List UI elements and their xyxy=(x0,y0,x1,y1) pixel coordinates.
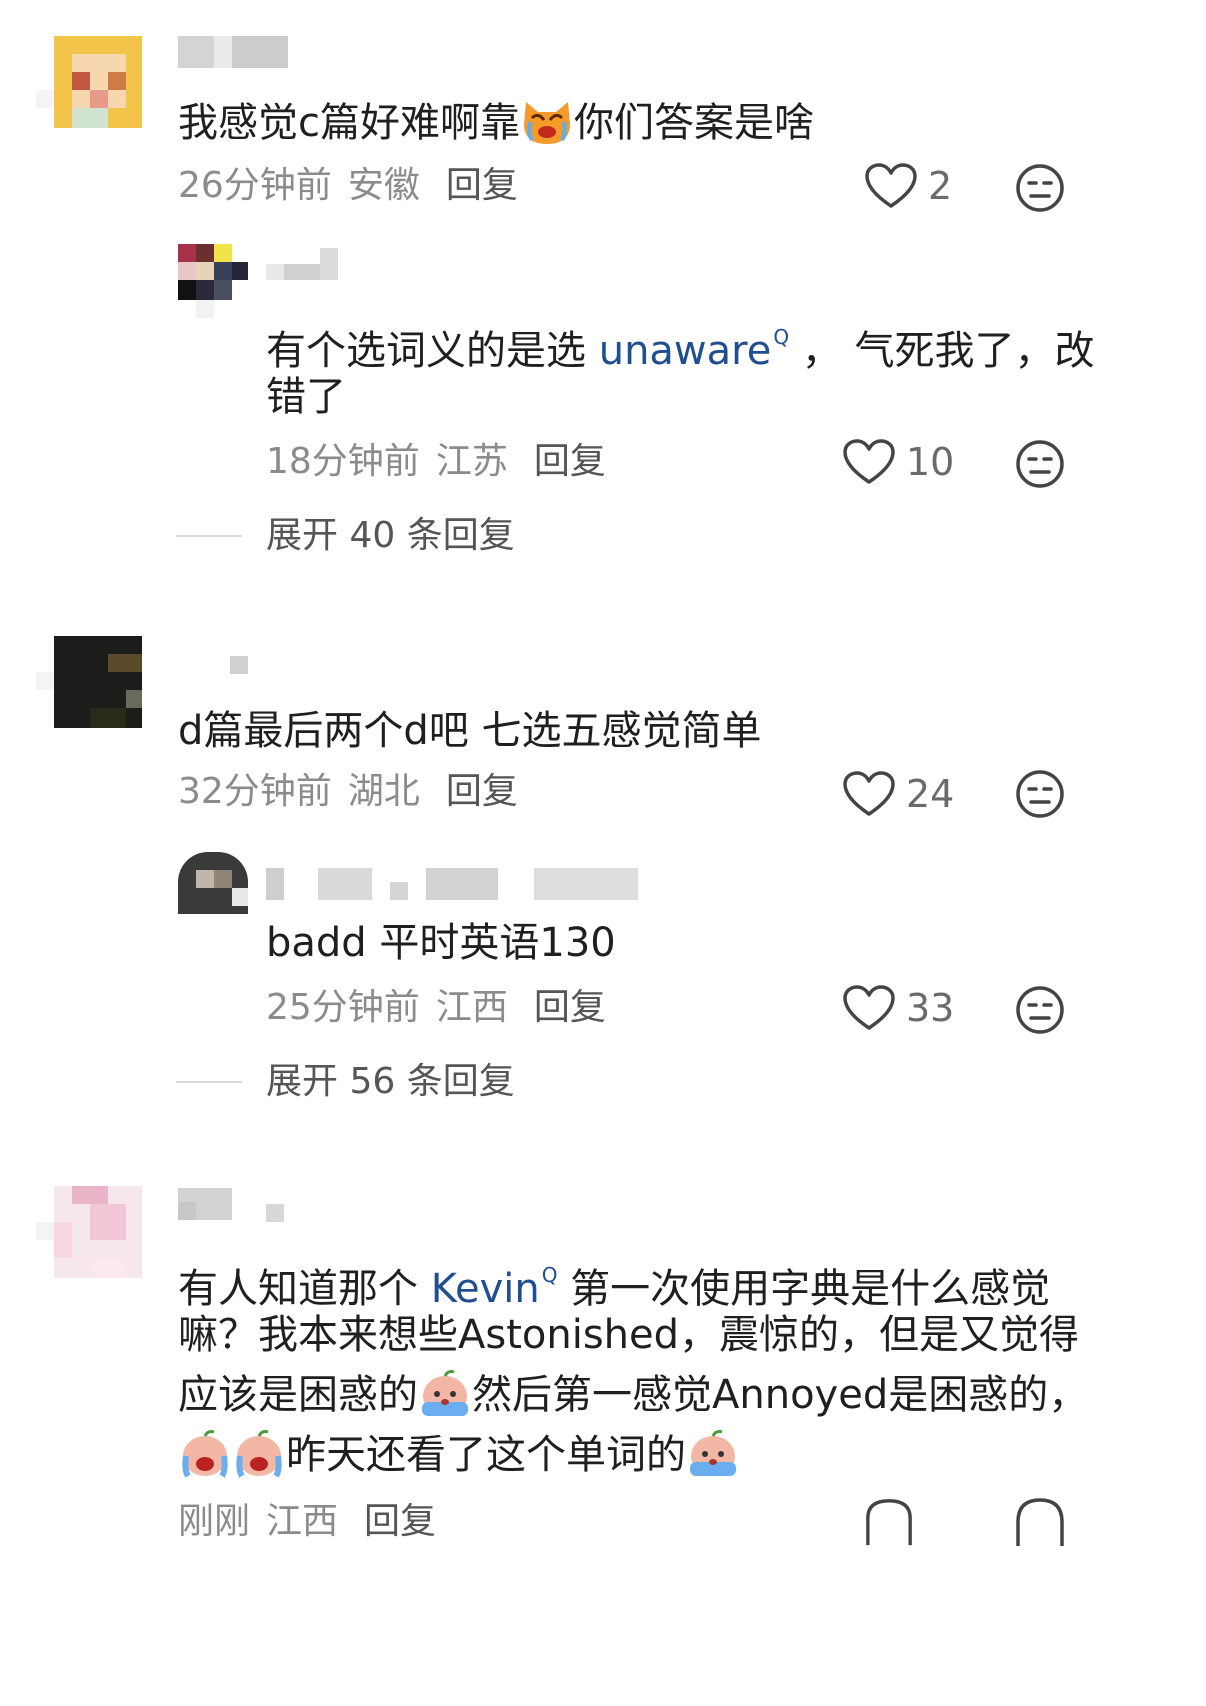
reply-button[interactable]: 回复 xyxy=(534,987,606,1028)
location: 安徽 xyxy=(347,165,420,206)
timestamp: 18分钟前 xyxy=(266,441,420,482)
heart-icon xyxy=(843,439,895,484)
dislike-face-icon[interactable] xyxy=(1014,768,1066,820)
avatar[interactable] xyxy=(36,36,142,128)
comment-meta: 刚刚 江西 回复 xyxy=(178,1500,436,1544)
expand-divider xyxy=(176,1081,242,1083)
like-button[interactable]: 10 xyxy=(842,436,954,488)
comment-text-line3: 应该是困惑的 然后第一感觉Annoyed是困惑的， xyxy=(178,1362,1088,1428)
dislike-face-icon[interactable] xyxy=(1014,1496,1066,1548)
reply-meta: 25分钟前 江西 回复 xyxy=(266,986,606,1030)
reply-button[interactable]: 回复 xyxy=(446,165,518,206)
like-button[interactable]: 33 xyxy=(842,982,954,1034)
dislike-face-icon[interactable] xyxy=(1014,162,1066,214)
like-button[interactable]: 2 xyxy=(864,160,952,212)
comment-text: d篇最后两个d吧 七选五感觉简单 xyxy=(178,708,762,754)
like-count: 24 xyxy=(906,772,955,816)
timestamp: 刚刚 xyxy=(178,1501,251,1542)
heart-icon xyxy=(843,771,895,816)
avatar[interactable] xyxy=(36,636,142,728)
sad-crying-emoji xyxy=(422,1370,468,1416)
username-blurred[interactable] xyxy=(266,248,338,280)
reply-button[interactable]: 回复 xyxy=(364,1501,436,1542)
username-blurred[interactable] xyxy=(266,868,638,900)
username-blurred[interactable] xyxy=(178,1188,284,1222)
reply-text: 有个选词义的是选 unaware Q ， 气死我了，改 xyxy=(266,325,1095,374)
sad-crying-emoji xyxy=(236,1430,282,1478)
like-count: 10 xyxy=(906,440,955,484)
location: 江苏 xyxy=(435,441,508,482)
reply-meta: 18分钟前 江苏 回复 xyxy=(266,440,606,484)
expand-replies-button[interactable]: 展开 40 条回复 xyxy=(266,514,515,558)
comment-text: 我感觉c篇好难啊靠 你们答案是啥 xyxy=(178,90,814,156)
location: 江西 xyxy=(435,987,508,1028)
heart-icon xyxy=(843,985,895,1030)
reply-button[interactable]: 回复 xyxy=(534,441,606,482)
dislike-face-icon[interactable] xyxy=(1014,438,1066,490)
comment-text-line4: 昨天还看了这个单词的 xyxy=(178,1422,740,1488)
username-blurred[interactable] xyxy=(230,656,248,688)
heart-icon[interactable] xyxy=(864,1496,914,1548)
avatar[interactable] xyxy=(36,1186,142,1278)
like-button[interactable]: 24 xyxy=(842,768,954,820)
cat-crying-emoji xyxy=(524,102,570,144)
expand-replies-button[interactable]: 展开 56 条回复 xyxy=(266,1060,515,1104)
reply-avatar[interactable] xyxy=(178,244,248,318)
expand-divider xyxy=(176,535,242,537)
search-superscript-icon: Q xyxy=(541,1263,558,1287)
comment-text-line2: 嘛？我本来想些Astonished，震惊的，但是又觉得 xyxy=(178,1312,1080,1358)
search-superscript-icon: Q xyxy=(773,325,790,349)
like-count: 2 xyxy=(928,164,953,208)
timestamp: 32分钟前 xyxy=(178,771,332,812)
timestamp: 25分钟前 xyxy=(266,987,420,1028)
keyword-link[interactable]: unaware Q xyxy=(599,325,790,374)
comment-meta: 26分钟前 安徽 回复 xyxy=(178,164,518,208)
comment-meta: 32分钟前 湖北 回复 xyxy=(178,770,518,814)
sad-crying-emoji xyxy=(690,1430,736,1476)
sad-crying-emoji xyxy=(182,1430,228,1478)
reply-text: badd 平时英语130 xyxy=(266,920,616,966)
reply-avatar[interactable] xyxy=(178,852,248,914)
like-count: 33 xyxy=(906,986,955,1030)
timestamp: 26分钟前 xyxy=(178,165,332,206)
heart-icon xyxy=(865,163,917,208)
reply-button[interactable]: 回复 xyxy=(446,771,518,812)
reply-text-line2: 错了 xyxy=(266,374,346,420)
username-blurred[interactable] xyxy=(178,36,288,68)
location: 江西 xyxy=(266,1501,339,1542)
location: 湖北 xyxy=(347,771,420,812)
dislike-face-icon[interactable] xyxy=(1014,984,1066,1036)
